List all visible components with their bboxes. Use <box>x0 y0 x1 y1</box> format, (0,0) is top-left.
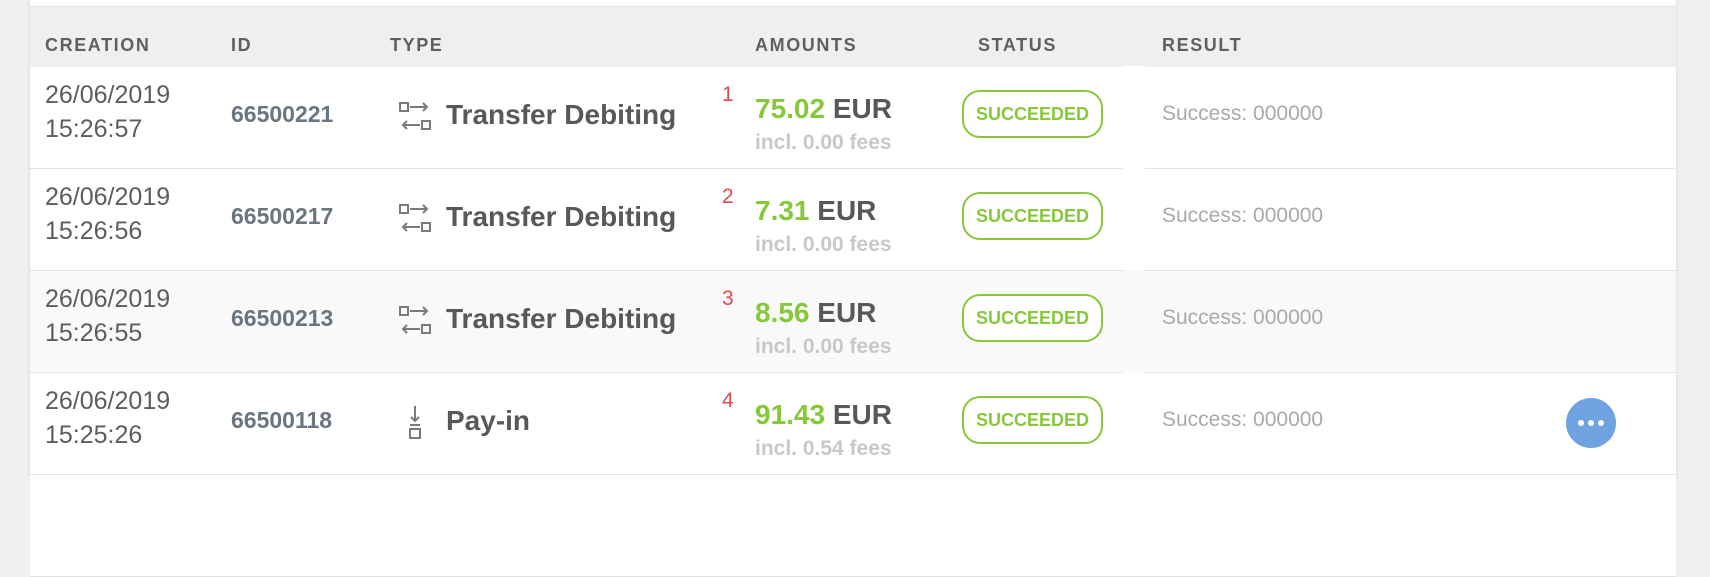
result-text: Success: 000000 <box>1162 102 1324 125</box>
transfer-icon <box>399 204 431 232</box>
transaction-id[interactable]: 66500217 <box>231 203 333 230</box>
row-index: 3 <box>722 287 734 310</box>
creation-date: 26/06/2019 <box>45 387 171 415</box>
row-index: 4 <box>722 389 734 412</box>
table-row[interactable]: 26/06/2019 15:25:26 66500118 Pay-in 4 91… <box>30 372 1676 475</box>
status-badge: SUCCEEDED <box>962 192 1103 240</box>
header-result[interactable]: RESULT <box>1162 35 1242 56</box>
row-divider-gap <box>1123 66 1145 168</box>
transaction-id[interactable]: 66500221 <box>231 101 333 128</box>
more-dots-icon <box>1578 420 1604 426</box>
status-badge: SUCCEEDED <box>962 294 1103 342</box>
amount-line: 75.02 EUR <box>755 93 892 125</box>
creation-datetime: 26/06/2019 15:26:55 <box>45 282 170 350</box>
amount-fees: incl. 0.00 fees <box>755 131 892 154</box>
transfer-icon <box>399 306 431 334</box>
header-creation[interactable]: CREATION <box>45 35 150 56</box>
amount-currency: EUR <box>817 195 877 226</box>
amount-line: 7.31 EUR <box>755 195 876 227</box>
creation-date: 26/06/2019 <box>45 183 171 211</box>
table-row[interactable]: 26/06/2019 15:26:55 66500213 Transfer De… <box>30 270 1676 373</box>
transaction-type: Transfer Debiting <box>446 303 677 334</box>
creation-datetime: 26/06/2019 15:26:56 <box>45 180 170 248</box>
amount-value: 8.56 <box>755 297 810 328</box>
amount-currency: EUR <box>817 297 877 328</box>
header-status[interactable]: STATUS <box>978 35 1057 56</box>
amount-currency: EUR <box>832 93 892 124</box>
transaction-id[interactable]: 66500213 <box>231 305 333 332</box>
creation-time: 15:26:56 <box>45 217 143 245</box>
table-row[interactable]: 26/06/2019 15:26:56 66500217 Transfer De… <box>30 168 1676 271</box>
table-header: CREATION ID TYPE AMOUNTS STATUS RESULT <box>30 6 1676 68</box>
table-row[interactable]: 26/06/2019 15:26:57 66500221 Transfer De… <box>30 66 1676 169</box>
result-text: Success: 000000 <box>1162 306 1324 329</box>
transactions-panel: CREATION ID TYPE AMOUNTS STATUS RESULT 2… <box>30 0 1676 577</box>
result-text: Success: 000000 <box>1162 408 1324 431</box>
transaction-type: Pay-in <box>446 405 531 436</box>
more-options-button[interactable] <box>1566 398 1616 448</box>
row-divider-gap <box>1123 372 1145 474</box>
header-id[interactable]: ID <box>231 35 252 56</box>
amount-fees: incl. 0.00 fees <box>755 335 892 358</box>
amount-value: 91.43 <box>755 399 826 430</box>
transaction-type: Transfer Debiting <box>446 99 677 130</box>
transaction-id[interactable]: 66500118 <box>231 407 332 434</box>
transfer-icon <box>399 102 431 130</box>
amount-fees: incl. 0.54 fees <box>755 437 892 460</box>
amount-currency: EUR <box>832 399 892 430</box>
header-amounts[interactable]: AMOUNTS <box>755 35 857 56</box>
amount-line: 8.56 EUR <box>755 297 876 329</box>
row-divider-gap <box>1123 168 1145 270</box>
row-index: 2 <box>722 185 734 208</box>
row-divider-gap <box>1123 270 1145 372</box>
creation-date: 26/06/2019 <box>45 285 171 313</box>
status-badge: SUCCEEDED <box>962 90 1103 138</box>
result-text: Success: 000000 <box>1162 204 1324 227</box>
creation-date: 26/06/2019 <box>45 81 171 109</box>
table-row[interactable] <box>30 475 1676 577</box>
creation-time: 15:25:26 <box>45 421 143 449</box>
creation-time: 15:26:55 <box>45 319 143 347</box>
status-badge: SUCCEEDED <box>962 396 1103 444</box>
transaction-type: Transfer Debiting <box>446 201 677 232</box>
creation-time: 15:26:57 <box>45 115 143 143</box>
amount-fees: incl. 0.00 fees <box>755 233 892 256</box>
creation-datetime: 26/06/2019 15:26:57 <box>45 78 170 146</box>
pay-in-icon <box>409 406 421 439</box>
creation-datetime: 26/06/2019 15:25:26 <box>45 384 170 452</box>
header-type[interactable]: TYPE <box>390 35 443 56</box>
amount-value: 75.02 <box>755 93 826 124</box>
amount-value: 7.31 <box>755 195 810 226</box>
row-index: 1 <box>722 83 734 106</box>
amount-line: 91.43 EUR <box>755 399 892 431</box>
